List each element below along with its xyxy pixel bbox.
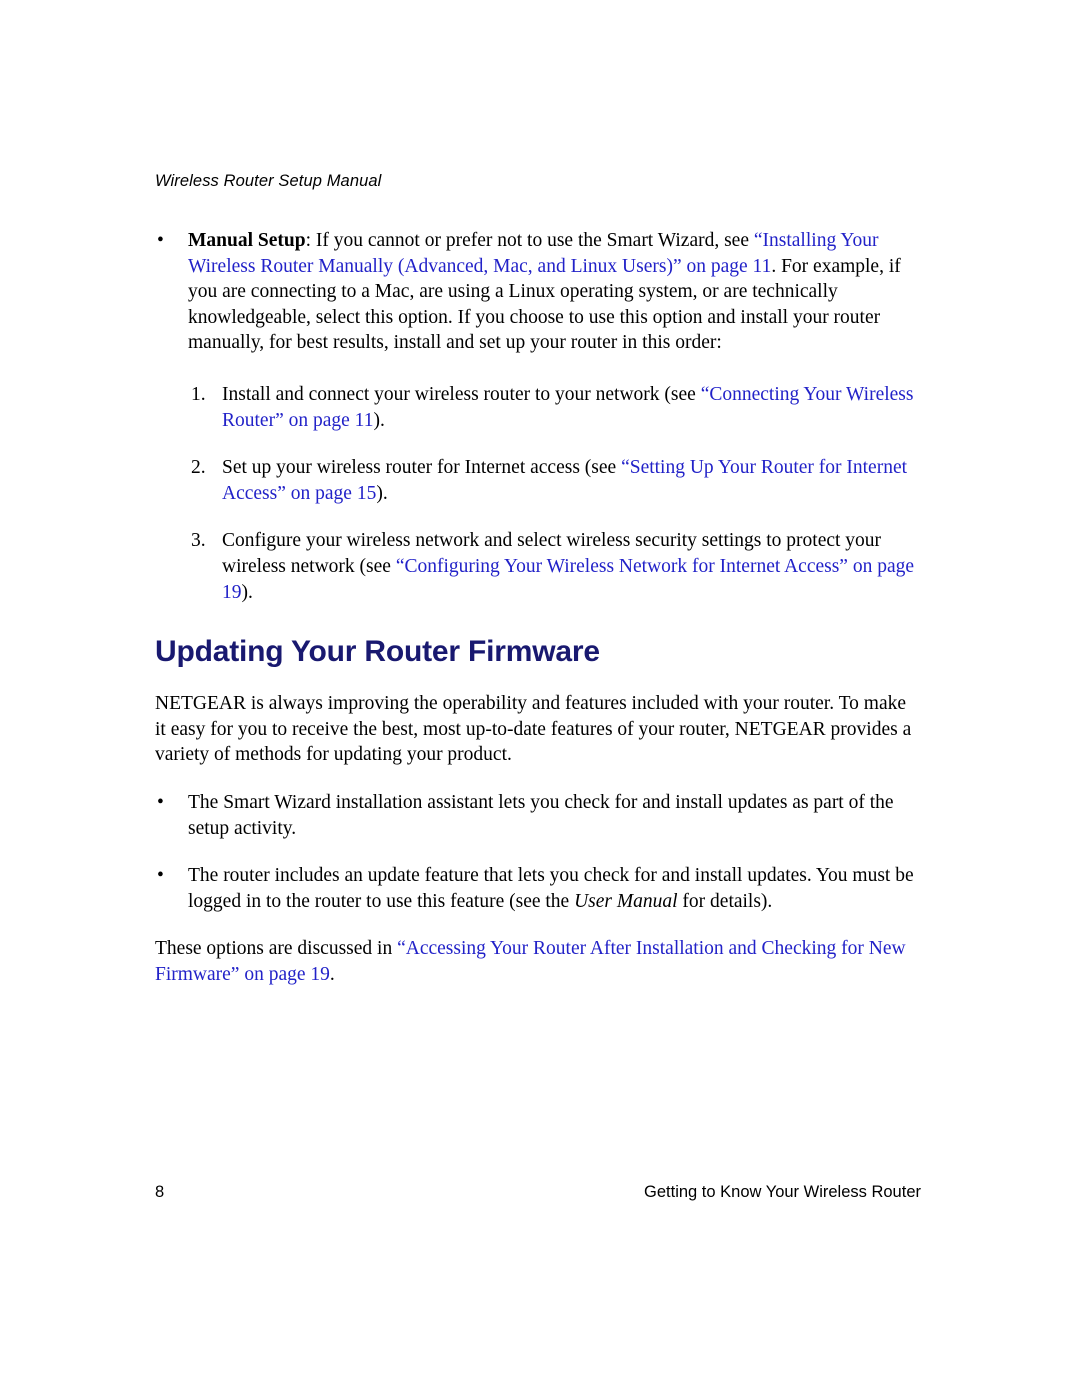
document-page: Wireless Router Setup Manual • Manual Set… — [0, 0, 1080, 1397]
list-item: 2. Set up your wireless router for Intern… — [191, 455, 920, 506]
bullet-marker-icon: • — [157, 230, 164, 251]
running-header: Wireless Router Setup Manual — [155, 172, 382, 190]
list-item: 3. Configure your wireless network and se… — [191, 528, 920, 605]
step-text-after-link: ). — [376, 482, 388, 504]
list-item: • The Smart Wizard installation assistant… — [155, 790, 920, 841]
router-update-text-before-italic: The router includes an update feature th… — [188, 865, 914, 912]
closing-text-before-link: These options are discussed in — [155, 938, 398, 960]
list-number-marker: 2. — [191, 457, 206, 479]
section-heading-updating-firmware: Updating Your Router Firmware — [155, 635, 600, 669]
page-footer: 8 Getting to Know Your Wireless Router — [155, 1183, 921, 1202]
step-text-after-link: ). — [373, 409, 385, 431]
step-text-before-link: Set up your wireless router for Internet… — [222, 457, 622, 479]
list-item: • Manual Setup: If you cannot or prefer n… — [155, 228, 920, 356]
update-methods-bullet-list: • The Smart Wizard installation assistant… — [155, 790, 920, 914]
manual-setup-label: Manual Setup — [188, 230, 306, 251]
router-update-text-after-italic: for details). — [677, 890, 773, 912]
closing-paragraph: These options are discussed in “Accessin… — [155, 936, 920, 987]
footer-page-number: 8 — [155, 1183, 165, 1201]
manual-setup-bullet-list: • Manual Setup: If you cannot or prefer n… — [155, 228, 920, 356]
bullet-marker-icon: • — [157, 865, 164, 887]
intro-paragraph: NETGEAR is always improving the operabil… — [155, 693, 912, 766]
list-item: • The router includes an update feature t… — [155, 863, 920, 914]
step-text-after-link: ). — [241, 581, 253, 603]
smart-wizard-method-text: The Smart Wizard installation assistant … — [188, 791, 894, 839]
page-content: • Manual Setup: If you cannot or prefer n… — [155, 228, 920, 987]
list-number-marker: 3. — [191, 530, 206, 552]
list-number-marker: 1. — [191, 383, 206, 405]
bullet-marker-icon: • — [157, 791, 164, 813]
closing-text-after-link: . — [329, 963, 335, 985]
manual-setup-text-before-link: : If you cannot or prefer not to use the… — [305, 230, 754, 251]
step-text-before-link: Install and connect your wireless router… — [222, 383, 701, 405]
setup-order-numbered-list: 1. Install and connect your wireless rout… — [155, 382, 920, 605]
user-manual-reference: User Manual — [574, 890, 678, 912]
footer-chapter-title: Getting to Know Your Wireless Router — [644, 1183, 921, 1201]
list-item: 1. Install and connect your wireless rout… — [191, 382, 920, 433]
